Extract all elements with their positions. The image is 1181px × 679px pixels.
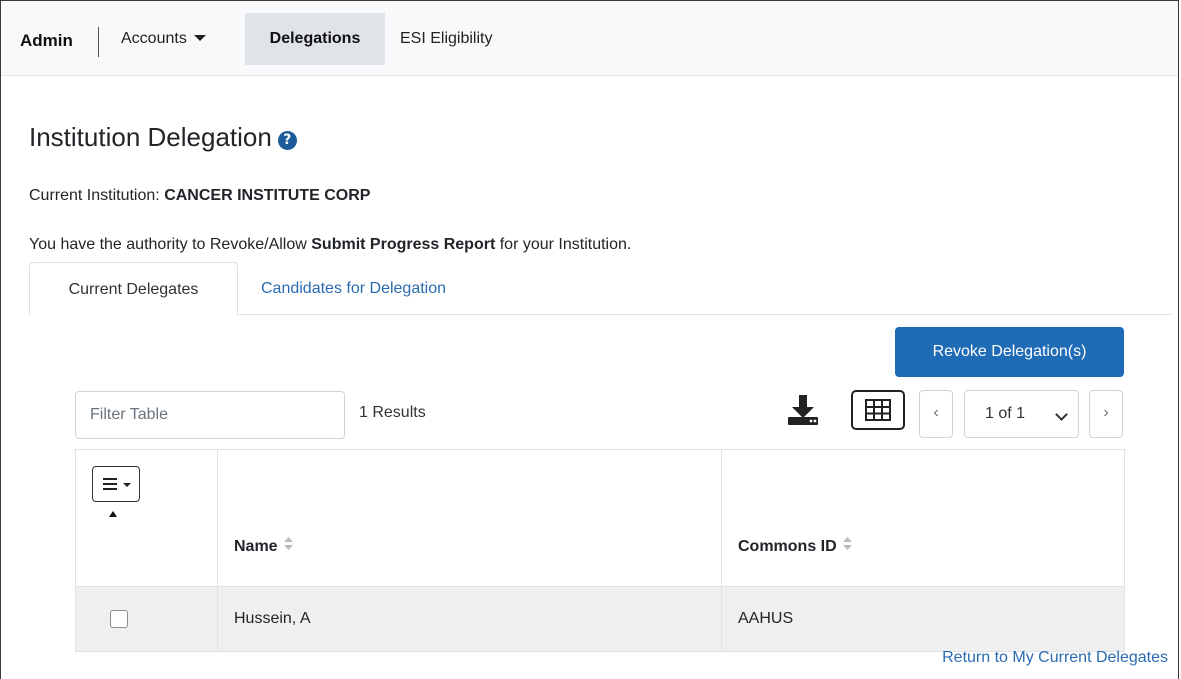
chevron-down-icon: [1055, 408, 1068, 421]
caret-down-icon: [123, 483, 131, 487]
delegates-table: Name Commons ID Hussein, A AAHUS: [75, 449, 1125, 652]
row-commons-id: AAHUS: [721, 586, 1125, 652]
nav-item-accounts[interactable]: Accounts: [109, 13, 218, 65]
current-institution: Current Institution: CANCER INSTITUTE CO…: [29, 187, 370, 205]
authority-text: You have the authority to Revoke/Allow S…: [29, 236, 631, 254]
page-select[interactable]: 1 of 1: [964, 390, 1079, 438]
sort-icon: [842, 537, 852, 550]
nav-item-delegations[interactable]: Delegations: [245, 13, 385, 65]
authority-prefix: You have the authority to Revoke/Allow: [29, 236, 312, 253]
download-icon[interactable]: [786, 393, 820, 427]
revoke-delegation-button[interactable]: Revoke Delegation(s): [895, 327, 1124, 377]
nav-divider: [98, 27, 99, 57]
commons-id-column-header[interactable]: Commons ID: [721, 449, 1125, 587]
name-column-header[interactable]: Name: [217, 449, 722, 587]
institution-name: CANCER INSTITUTE CORP: [164, 187, 371, 204]
column-grid-button[interactable]: [851, 390, 905, 430]
column-menu-button[interactable]: [92, 466, 140, 502]
nav-item-esi-eligibility[interactable]: ESI Eligibility: [388, 13, 504, 65]
menu-icon: [103, 478, 117, 493]
tab-current-delegates[interactable]: Current Delegates: [29, 262, 238, 315]
row-select-cell: [75, 586, 218, 652]
caret-down-icon: [193, 35, 206, 41]
institution-label: Current Institution:: [29, 187, 160, 204]
next-page-button[interactable]: ›: [1089, 390, 1123, 438]
top-navbar: Admin Accounts Delegations ESI Eligibili…: [1, 1, 1178, 76]
filter-table-input[interactable]: [75, 391, 345, 439]
commons-id-header-label: Commons ID: [738, 538, 837, 555]
question-circle-icon[interactable]: ?: [277, 131, 297, 150]
return-to-current-delegates-link[interactable]: Return to My Current Delegates: [942, 649, 1168, 667]
row-checkbox[interactable]: [110, 609, 128, 628]
authority-bold: Submit Progress Report: [311, 236, 496, 253]
nav-brand[interactable]: Admin: [20, 31, 73, 51]
sort-icon: [283, 537, 293, 550]
table-grid-icon: [865, 399, 891, 421]
page-select-value: 1 of 1: [985, 405, 1026, 422]
tab-candidates-for-delegation[interactable]: Candidates for Delegation: [243, 262, 464, 315]
nav-item-accounts-label: Accounts: [121, 30, 187, 47]
authority-suffix: for your Institution.: [495, 236, 632, 253]
results-count: 1 Results: [359, 404, 426, 421]
page-title: Institution Delegation?: [29, 122, 297, 153]
prev-page-button[interactable]: ‹: [919, 390, 953, 438]
name-header-label: Name: [234, 538, 278, 555]
row-name: Hussein, A: [217, 586, 722, 652]
table-header-row: Name Commons ID: [75, 449, 1125, 587]
table-row: Hussein, A AAHUS: [75, 586, 1125, 652]
sort-up-icon[interactable]: [109, 511, 117, 517]
page-title-text: Institution Delegation: [29, 122, 272, 152]
